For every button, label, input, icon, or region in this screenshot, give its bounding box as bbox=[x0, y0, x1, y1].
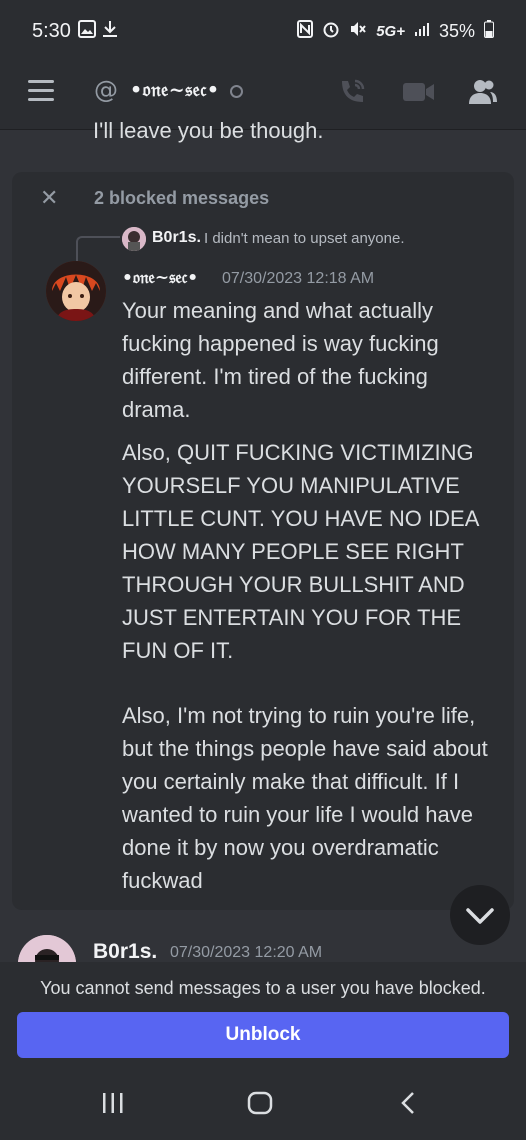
battery-icon bbox=[484, 20, 494, 43]
members-icon[interactable] bbox=[466, 76, 498, 112]
blocked-messages-card: ✕ 2 blocked messages B0r1s. I didn't mea… bbox=[12, 172, 514, 910]
alarm-icon bbox=[322, 20, 340, 43]
status-bar: 5:30 5G+ 35% bbox=[0, 0, 526, 62]
signal-icon bbox=[414, 21, 430, 42]
blocked-footer: You cannot send messages to a user you h… bbox=[0, 962, 526, 1140]
jump-to-bottom-button[interactable] bbox=[450, 885, 510, 945]
next-message-author[interactable]: B0r1s. bbox=[93, 940, 157, 964]
previous-message-text: I'll leave you be though. bbox=[93, 118, 324, 143]
download-icon bbox=[102, 20, 118, 43]
status-right-group: 5G+ 35% bbox=[297, 20, 494, 43]
gallery-icon bbox=[78, 20, 96, 43]
message-author[interactable]: •𝔬𝔫𝔢~𝔰𝔢𝔠• bbox=[122, 268, 198, 288]
message-timestamp: 07/30/2023 12:18 AM bbox=[222, 270, 375, 287]
chevron-down-icon bbox=[466, 908, 494, 924]
reply-author[interactable]: B0r1s. bbox=[152, 229, 201, 247]
android-nav-bar bbox=[0, 1082, 526, 1140]
reply-connector bbox=[76, 236, 120, 264]
video-call-icon[interactable] bbox=[402, 76, 436, 112]
menu-icon[interactable] bbox=[28, 80, 54, 102]
message-paragraph: Your meaning and what actually fucking h… bbox=[122, 298, 439, 422]
next-message-timestamp: 07/30/2023 12:20 AM bbox=[170, 944, 323, 961]
message-paragraph: Also, I'm not trying to ruin you're life… bbox=[122, 703, 488, 893]
blocked-notice: You cannot send messages to a user you h… bbox=[40, 978, 486, 998]
mute-icon bbox=[349, 20, 367, 43]
voice-call-icon[interactable] bbox=[336, 76, 368, 112]
close-icon[interactable]: ✕ bbox=[40, 186, 58, 211]
recent-apps-icon[interactable] bbox=[100, 1090, 126, 1120]
status-time: 5:30 bbox=[32, 20, 71, 42]
unblock-button[interactable]: Unblock bbox=[17, 1012, 509, 1058]
message-paragraph: Also, QUIT FUCKING VICTIMIZING YOURSELF … bbox=[122, 440, 479, 663]
channel-name[interactable]: •𝔬𝔫𝔢~𝔰𝔢𝔠• bbox=[130, 79, 220, 101]
offline-status-icon bbox=[230, 85, 243, 98]
back-icon[interactable] bbox=[396, 1090, 422, 1120]
home-icon[interactable] bbox=[247, 1090, 273, 1120]
blocked-messages-label[interactable]: 2 blocked messages bbox=[94, 188, 269, 209]
reply-preview-text[interactable]: I didn't mean to upset anyone. bbox=[204, 230, 405, 247]
message-content: Your meaning and what actually fucking h… bbox=[122, 294, 492, 907]
nfc-icon bbox=[297, 20, 314, 43]
battery-level: 35% bbox=[438, 21, 475, 41]
reply-avatar[interactable] bbox=[122, 227, 146, 251]
message-avatar[interactable] bbox=[46, 261, 106, 321]
network-label: 5G+ bbox=[376, 23, 405, 40]
at-icon: @ bbox=[94, 76, 118, 104]
